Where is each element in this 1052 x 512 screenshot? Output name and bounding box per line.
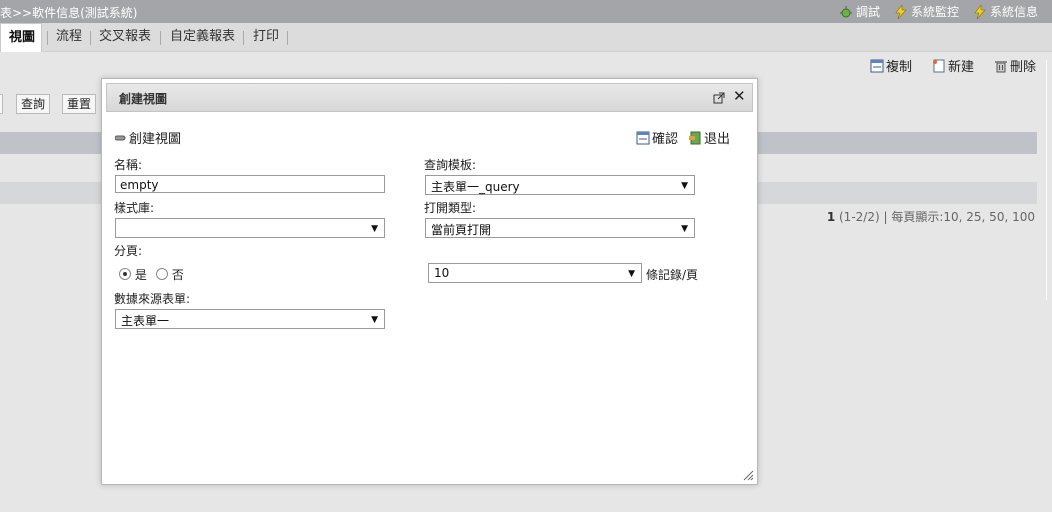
chevron-down-icon: ▼ xyxy=(681,224,688,234)
top-bar: 表>>軟件信息(測試系統) 調試 系統監控 系統信息 xyxy=(0,0,1052,23)
pencil-icon xyxy=(115,135,126,140)
page-size-unit: 條記錄/頁 xyxy=(646,268,699,282)
per-page-options[interactable]: 每頁顯示:10, 25, 50, 100 xyxy=(891,210,1035,224)
scroll-edge xyxy=(1046,60,1047,300)
query-template-value: 主表單一_query xyxy=(431,180,520,194)
new-label: 新建 xyxy=(947,60,974,75)
lightning-icon xyxy=(895,4,907,19)
tab-custom-report[interactable]: 自定義報表 xyxy=(170,23,235,51)
system-monitor-label: 系統監控 xyxy=(910,5,959,19)
save-icon xyxy=(636,131,650,144)
resize-grip-icon[interactable] xyxy=(742,469,754,481)
pager-separator: | xyxy=(883,210,888,224)
reset-button[interactable]: 重置 xyxy=(62,94,97,114)
tab-divider xyxy=(90,31,91,45)
chevron-down-icon: ▼ xyxy=(628,269,635,279)
style-library-select[interactable]: ▼ xyxy=(115,218,385,238)
open-type-value: 當前頁打開 xyxy=(431,223,492,237)
page-size-select[interactable]: 10 ▼ xyxy=(428,263,642,283)
exit-button[interactable]: 退出 xyxy=(688,128,730,147)
dialog-subtitle: 創建視圖 xyxy=(115,128,181,147)
copy-icon xyxy=(870,59,884,72)
tab-cross-report[interactable]: 交叉報表 xyxy=(99,23,151,51)
create-view-dialog: 創建視圖 ✕ 創建視圖 確認 退出 名稱: 查詢模板: empty 主表單一_q… xyxy=(101,78,758,485)
current-page[interactable]: 1 xyxy=(827,210,835,224)
dialog-subtitle-text: 創建視圖 xyxy=(129,132,182,147)
bug-icon xyxy=(839,5,852,17)
background-input-edge[interactable] xyxy=(0,94,3,114)
paging-no-label: 否 xyxy=(171,268,184,282)
style-library-label: 樣式庫: xyxy=(114,201,155,215)
delete-label: 刪除 xyxy=(1009,60,1036,75)
confirm-button[interactable]: 確認 xyxy=(636,128,678,147)
chevron-down-icon: ▼ xyxy=(371,315,378,325)
dialog-actions: 確認 退出 xyxy=(636,128,730,147)
page-range: (1-2/2) xyxy=(839,210,880,224)
chevron-down-icon: ▼ xyxy=(371,224,378,234)
copy-button[interactable]: 複制 xyxy=(870,56,912,75)
tab-divider xyxy=(47,31,48,45)
dialog-title: 創建視圖 xyxy=(119,92,168,106)
new-document-icon xyxy=(932,59,945,72)
tab-divider xyxy=(160,31,161,45)
query-button[interactable]: 查詢 xyxy=(16,94,51,114)
system-monitor-link[interactable]: 系統監控 xyxy=(894,3,959,20)
paging-no-option[interactable]: 否 xyxy=(156,266,184,283)
system-info-link[interactable]: 系統信息 xyxy=(973,3,1038,20)
exit-door-icon xyxy=(689,131,701,144)
dialog-header[interactable]: 創建視圖 ✕ xyxy=(106,83,753,112)
radio-checked-icon[interactable] xyxy=(119,268,131,280)
confirm-label: 確認 xyxy=(652,132,679,147)
name-label: 名稱: xyxy=(114,158,143,172)
tab-view[interactable]: 視圖 xyxy=(0,23,43,52)
pager: 1 (1-2/2) | 每頁顯示:10, 25, 50, 100 xyxy=(827,208,1035,225)
open-type-select[interactable]: 當前頁打開 ▼ xyxy=(425,218,695,238)
close-icon[interactable]: ✕ xyxy=(733,88,746,104)
tab-divider xyxy=(287,31,288,45)
data-source-select[interactable]: 主表單一 ▼ xyxy=(115,309,385,329)
query-template-label: 查詢模板: xyxy=(424,158,477,172)
query-template-select[interactable]: 主表單一_query ▼ xyxy=(425,175,695,195)
data-source-value: 主表單一 xyxy=(121,314,170,328)
copy-label: 複制 xyxy=(885,60,912,75)
new-button[interactable]: 新建 xyxy=(932,56,974,75)
paging-yes-option[interactable]: 是 xyxy=(119,266,147,283)
radio-unchecked-icon[interactable] xyxy=(156,268,168,280)
breadcrumb: 表>>軟件信息(測試系統) xyxy=(0,6,138,20)
tab-print[interactable]: 打印 xyxy=(253,23,279,51)
top-links: 調試 系統監控 系統信息 xyxy=(839,3,1038,20)
tab-divider xyxy=(243,31,244,45)
system-info-label: 系統信息 xyxy=(989,5,1038,19)
exit-label: 退出 xyxy=(704,132,731,147)
external-link-icon[interactable] xyxy=(713,92,725,104)
tab-bar: 視圖 流程 交叉報表 自定義報表 打印 xyxy=(0,23,1052,52)
debug-link-label: 調試 xyxy=(855,5,880,19)
chevron-down-icon: ▼ xyxy=(681,181,688,191)
data-source-label: 數據來源表單: xyxy=(114,292,191,306)
main-toolbar: 複制 新建 刪除 xyxy=(870,56,1036,75)
lightning-icon xyxy=(974,4,986,19)
tab-flow[interactable]: 流程 xyxy=(56,23,82,51)
open-type-label: 打開類型: xyxy=(424,201,477,215)
paging-label: 分頁: xyxy=(114,244,143,258)
name-input[interactable]: empty xyxy=(115,175,385,193)
trash-icon xyxy=(994,60,1007,72)
page-size-value: 10 xyxy=(434,266,450,280)
paging-yes-label: 是 xyxy=(134,268,147,282)
delete-button[interactable]: 刪除 xyxy=(994,56,1036,75)
debug-link[interactable]: 調試 xyxy=(839,3,880,20)
